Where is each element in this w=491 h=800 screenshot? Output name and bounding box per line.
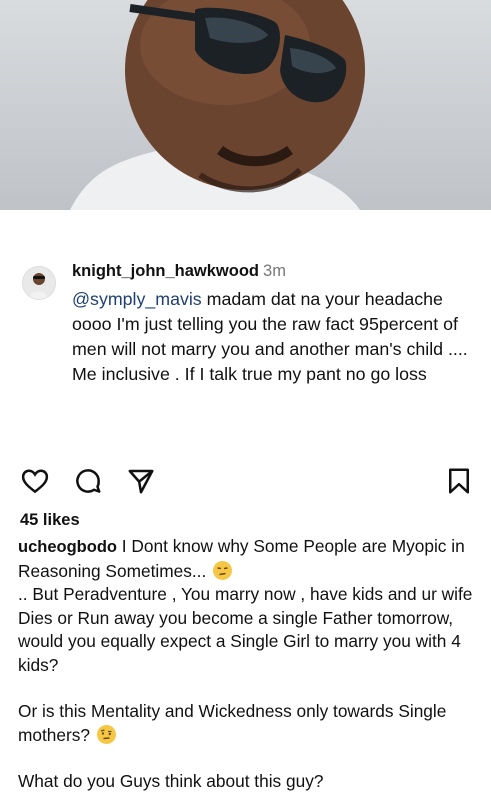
unamused-face-icon [213,560,233,580]
comment-username[interactable]: knight_john_hawkwood [72,262,259,280]
avatar-icon [23,267,55,299]
bookmark-icon [449,468,469,494]
raised-eyebrow-face-icon [96,724,116,744]
likes-count[interactable]: 45 likes [20,511,80,530]
comment-button[interactable] [73,466,103,501]
caption-para3: Or is this Mentality and Wickedness only… [18,701,447,745]
mention-link[interactable]: @symply_mavis [72,289,202,309]
send-icon [128,469,154,494]
caption-username[interactable]: ucheogbodo [18,538,117,556]
comment-text: @symply_mavis madam dat na your headache… [72,287,482,387]
post-caption: ucheogbodo I Dont know why Some People a… [18,535,478,794]
save-button[interactable] [444,466,474,501]
caption-para4: What do you Guys think about this guy? [18,771,324,791]
comment-icon [76,469,101,493]
post-image[interactable] [0,0,491,210]
like-button[interactable] [20,466,50,501]
comment-time: 3m [263,262,286,280]
post-actions [20,466,475,500]
share-button[interactable] [126,466,156,501]
heart-icon [21,469,49,494]
photo-illustration [70,0,365,210]
caption-para2: .. But Peradventure , You marry now , ha… [18,584,473,675]
avatar[interactable] [22,266,56,300]
